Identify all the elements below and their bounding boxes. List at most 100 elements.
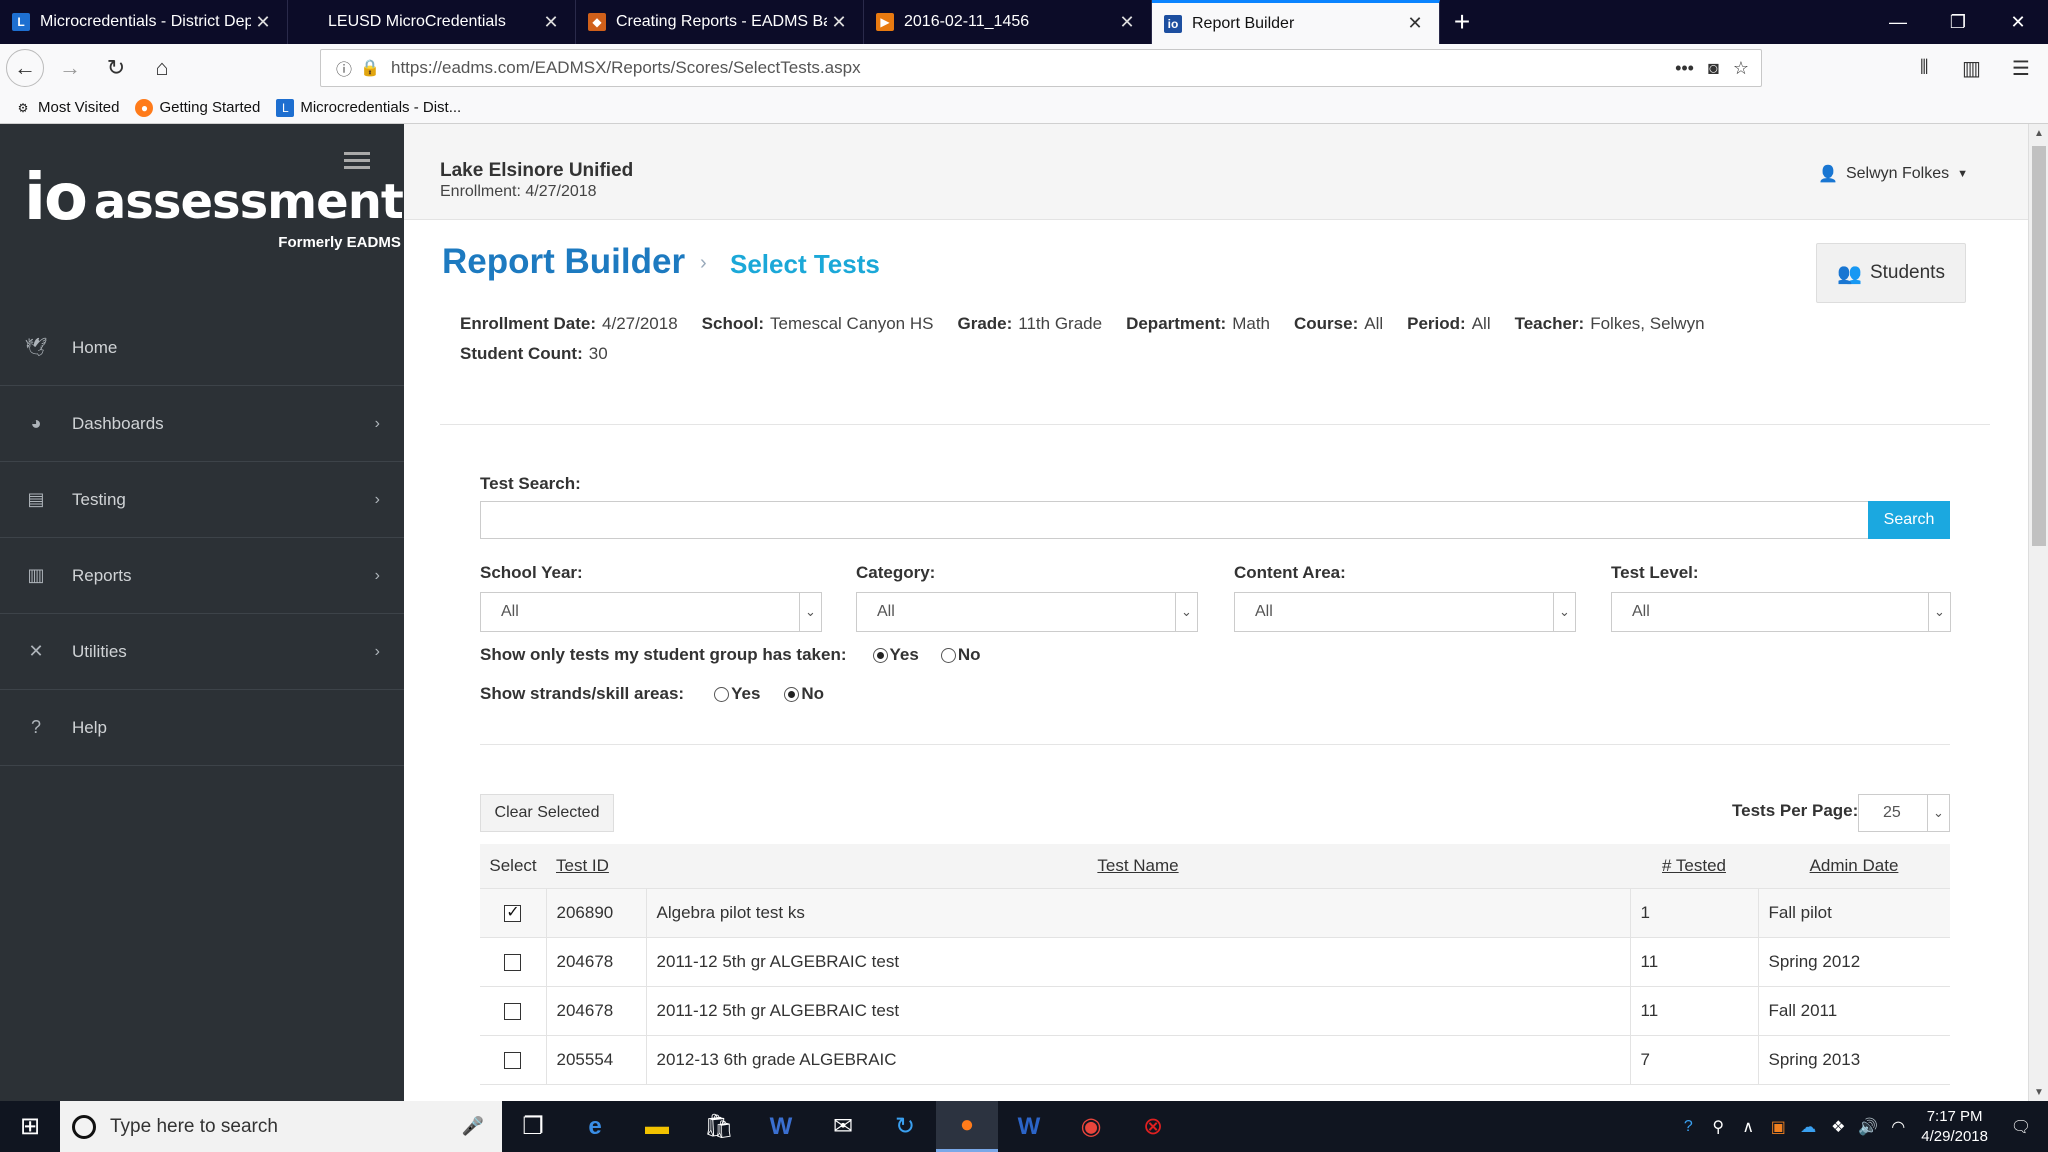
- browser-tab[interactable]: ▶ 2016-02-11_1456 ✕: [864, 0, 1152, 44]
- url-text[interactable]: https://eadms.com/EADMSX/Reports/Scores/…: [381, 58, 1675, 78]
- taken-yes-radio[interactable]: Yes: [872, 645, 919, 665]
- page-scrollbar[interactable]: ▲ ▼: [2028, 124, 2048, 1101]
- sort-test-name-link[interactable]: Test Name: [1097, 856, 1178, 875]
- test-level-select[interactable]: All ⌄: [1611, 592, 1951, 632]
- sidebar-item-utilities[interactable]: ✕ Utilities ›: [0, 614, 404, 690]
- onedrive-icon[interactable]: ☁: [1793, 1117, 1823, 1137]
- school-year-select[interactable]: All ⌄: [480, 592, 822, 632]
- home-icon[interactable]: ⌂: [142, 48, 182, 88]
- test-search-input[interactable]: [480, 501, 1870, 539]
- search-button[interactable]: Search: [1868, 501, 1950, 539]
- sort-tested-link[interactable]: # Tested: [1662, 856, 1726, 875]
- forward-icon[interactable]: →: [50, 48, 90, 88]
- refresh-app-icon[interactable]: ↻: [874, 1101, 936, 1152]
- students-button[interactable]: 👥 Students: [1816, 243, 1966, 303]
- back-icon[interactable]: ←: [6, 49, 44, 87]
- help-icon[interactable]: ?: [1673, 1118, 1703, 1136]
- taskbar-search[interactable]: Type here to search 🎤: [60, 1101, 502, 1152]
- windows-start-icon[interactable]: ⊞: [0, 1101, 60, 1152]
- store-icon[interactable]: 🛍: [688, 1101, 750, 1152]
- scroll-up-icon[interactable]: ▲: [2029, 124, 2048, 142]
- sort-admin-date-link[interactable]: Admin Date: [1810, 856, 1899, 875]
- sidebar-item-home[interactable]: 🕊 Home: [0, 310, 404, 386]
- table-row[interactable]: 205554 2012-13 6th grade ALGEBRAIC 7 Spring…: [480, 1035, 1950, 1085]
- column-test-id[interactable]: Test ID: [546, 844, 646, 889]
- notification-app-icon[interactable]: ▣: [1763, 1117, 1793, 1137]
- top-bar: Lake Elsinore Unified Enrollment: 4/27/2…: [404, 124, 2028, 220]
- column-admin-date[interactable]: Admin Date: [1758, 844, 1950, 889]
- bookmark-microcredentials[interactable]: L Microcredentials - Dist...: [276, 98, 461, 117]
- volume-icon[interactable]: 🔊: [1853, 1117, 1883, 1137]
- minimize-icon[interactable]: —: [1868, 0, 1928, 44]
- bookmark-most-visited[interactable]: ⚙ Most Visited: [14, 99, 120, 117]
- sidebar-item-reports[interactable]: ▥ Reports ›: [0, 538, 404, 614]
- sidebar-item-testing[interactable]: ▤ Testing ›: [0, 462, 404, 538]
- browser-tab[interactable]: io Report Builder ✕: [1152, 0, 1440, 44]
- clear-selected-button[interactable]: Clear Selected: [480, 794, 614, 832]
- info-icon[interactable]: ⓘ: [329, 56, 359, 80]
- task-view-icon[interactable]: ❐: [502, 1101, 564, 1152]
- clock[interactable]: 7:17 PM 4/29/2018: [1921, 1107, 1988, 1147]
- table-row[interactable]: 206890Algebra pilot test ks1Fall pilot: [480, 888, 1950, 938]
- maximize-icon[interactable]: ❐: [1928, 0, 1988, 44]
- browser-tab[interactable]: LEUSD MicroCredentials ✕: [288, 0, 576, 44]
- tab-close-icon[interactable]: ✕: [251, 12, 275, 33]
- menu-icon[interactable]: ☰: [2012, 44, 2030, 92]
- microphone-icon[interactable]: 🎤: [462, 1116, 484, 1137]
- radio-selected-icon: [872, 647, 888, 663]
- edge-icon[interactable]: e: [564, 1101, 626, 1152]
- word-online-icon[interactable]: W: [750, 1101, 812, 1152]
- tab-close-icon[interactable]: ✕: [1403, 13, 1427, 34]
- browser-tab[interactable]: L Microcredentials - District Dep ✕: [0, 0, 288, 44]
- screen-recorder-icon[interactable]: ⊗: [1122, 1101, 1184, 1152]
- word-icon[interactable]: W: [998, 1101, 1060, 1152]
- action-center-icon[interactable]: 🗨: [2006, 1117, 2036, 1137]
- select-checkbox[interactable]: [504, 953, 522, 971]
- pocket-icon[interactable]: ◙: [1708, 58, 1719, 79]
- strands-yes-radio[interactable]: Yes: [714, 684, 760, 704]
- sort-test-id-link[interactable]: Test ID: [556, 856, 609, 875]
- browser-tab[interactable]: ◆ Creating Reports - EADMS Basi ✕: [576, 0, 864, 44]
- tab-close-icon[interactable]: ✕: [539, 12, 563, 33]
- mail-icon[interactable]: ✉: [812, 1101, 874, 1152]
- table-row[interactable]: 204678 2011-12 5th gr ALGEBRAIC test 11 Spr…: [480, 937, 1950, 987]
- content-area-select[interactable]: All ⌄: [1234, 592, 1576, 632]
- scroll-down-icon[interactable]: ▼: [2029, 1083, 2048, 1101]
- taken-no-radio[interactable]: No: [940, 645, 980, 665]
- io-assessment-logo[interactable]: io assessment Formerly EADMS: [24, 166, 404, 251]
- chevron-up-icon[interactable]: ∧: [1733, 1117, 1763, 1137]
- bookmark-getting-started[interactable]: ● Getting Started: [135, 98, 260, 117]
- tab-close-icon[interactable]: ✕: [827, 12, 851, 33]
- url-domain: https://eadms.com: [391, 58, 530, 77]
- wifi-icon[interactable]: ◠: [1883, 1117, 1913, 1137]
- test-id-cell: 204678: [546, 986, 647, 1036]
- category-select[interactable]: All ⌄: [856, 592, 1198, 632]
- user-menu[interactable]: 👤 Selwyn Folkes ▼: [1818, 164, 1968, 184]
- reload-icon[interactable]: ↻: [96, 48, 136, 88]
- scroll-thumb[interactable]: [2032, 146, 2046, 546]
- select-checkbox[interactable]: [504, 1051, 522, 1069]
- file-explorer-icon[interactable]: ▬: [626, 1101, 688, 1152]
- tab-close-icon[interactable]: ✕: [1115, 12, 1139, 33]
- select-checkbox[interactable]: [504, 902, 522, 922]
- dropbox-icon[interactable]: ❖: [1823, 1117, 1853, 1137]
- sidebar-item-help[interactable]: ? Help: [0, 690, 404, 766]
- column-tested[interactable]: # Tested: [1630, 844, 1758, 889]
- column-test-name[interactable]: Test Name: [646, 844, 1630, 889]
- url-bar[interactable]: ⓘ 🔒 https://eadms.com/EADMSX/Reports/Sco…: [320, 49, 1762, 87]
- tests-per-page-select[interactable]: 25 ⌄: [1858, 794, 1950, 832]
- firefox-icon[interactable]: ●: [936, 1101, 998, 1152]
- close-window-icon[interactable]: ✕: [1988, 0, 2048, 44]
- page-actions-icon[interactable]: •••: [1675, 58, 1694, 79]
- library-icon[interactable]: ⫴: [1920, 44, 1928, 92]
- sidebar-toggle-icon[interactable]: ▥: [1962, 44, 1981, 92]
- people-icon[interactable]: ⚲: [1703, 1117, 1733, 1137]
- admin-date-cell: Fall pilot: [1758, 888, 1950, 938]
- bookmark-star-icon[interactable]: ☆: [1733, 58, 1749, 79]
- sidebar-item-dashboards[interactable]: ◕ Dashboards ›: [0, 386, 404, 462]
- chrome-icon[interactable]: ◉: [1060, 1101, 1122, 1152]
- strands-no-radio[interactable]: No: [784, 684, 824, 704]
- table-row[interactable]: 204678 2011-12 5th gr ALGEBRAIC test 11 Fal…: [480, 986, 1950, 1036]
- new-tab-button[interactable]: +: [1440, 0, 1484, 44]
- select-checkbox[interactable]: [504, 1002, 522, 1020]
